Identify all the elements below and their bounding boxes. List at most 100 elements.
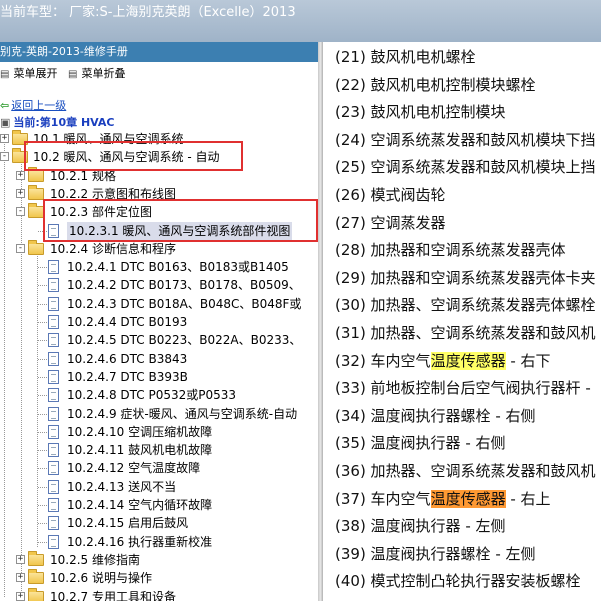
- document-icon: [48, 479, 59, 494]
- annotation-box: [24, 141, 243, 172]
- tree-guide-line: [38, 486, 47, 488]
- tree-item-label: 10.2.4.11 鼓风机电机故障: [67, 443, 213, 458]
- part-label-suffix: - 右下: [505, 351, 551, 370]
- tree-item-label: 10.2.4.3 DTC B018A、B048C、B048F或: [67, 296, 302, 311]
- tree-item-label: 10.2.4.4 DTC B0193: [67, 315, 188, 329]
- document-icon: [48, 424, 59, 439]
- document-icon: [48, 461, 59, 476]
- collapse-menu-button[interactable]: ▤ 菜单折叠: [68, 64, 125, 85]
- tree-guide-line: [38, 413, 47, 415]
- tree-guide-line: [38, 303, 47, 305]
- tree-guide-line: [38, 395, 47, 397]
- tree-item-label: 10.2.4.13 送风不当: [67, 479, 177, 494]
- part-label: (35) 温度阀执行器 - 右侧: [335, 434, 506, 453]
- part-list-item: (35) 温度阀执行器 - 右侧: [335, 431, 506, 455]
- folder-icon: [28, 166, 44, 182]
- tree-guide-line: [38, 340, 47, 342]
- tree-expander-icon[interactable]: -: [16, 207, 25, 217]
- tree-guide-line: [21, 162, 22, 601]
- part-list-item: (21) 鼓风机电机螺栓: [335, 45, 476, 69]
- part-label: (24) 空调系统蒸发器和鼓风机模块下挡: [335, 130, 596, 149]
- tree-guide-line: [38, 322, 47, 323]
- part-label: (40) 模式控制凸轮执行器安装板螺栓: [335, 572, 581, 591]
- part-label: (39) 温度阀执行器螺栓 - 左侧: [335, 544, 536, 563]
- tree-expander-icon[interactable]: -: [0, 152, 9, 162]
- left-navigation-pane: 别克-英朗-2013-维修手册 ▤ 菜单展开 ▤ 菜单折叠 ⇦ 返回上一级 ▣ 当前:第…: [0, 42, 318, 601]
- tree-item-label: 10.2.4.7 DTC B393B: [67, 369, 188, 384]
- tree-item-label: 10.2.7 专用工具和设备: [50, 589, 176, 601]
- search-highlight: 温度传感器: [430, 489, 506, 508]
- tree-expander-icon[interactable]: -: [16, 243, 25, 253]
- document-icon: [48, 534, 59, 549]
- part-list-item: (25) 空调系统蒸发器和鼓风机模块上挡: [335, 155, 596, 179]
- folder-icon: [28, 239, 44, 255]
- part-list-item: (22) 鼓风机电机控制模块螺栓: [335, 73, 536, 97]
- window-title: 当前车型： 厂家:S-上海别克英朗（Excelle）2013: [0, 5, 296, 20]
- tree-guide-line: [38, 285, 47, 287]
- tree-item-label: 10.2.4 诊断信息和程序: [50, 241, 176, 256]
- part-list-item: (34) 温度阀执行器螺栓 - 右侧: [335, 404, 536, 428]
- tree-guide-line: [38, 523, 47, 525]
- tree-guide-line: [38, 505, 47, 506]
- tree-expander-icon[interactable]: +: [16, 188, 25, 198]
- part-label: (33) 前地板控制台后空气阀执行器杆 -: [335, 379, 591, 398]
- document-icon: [48, 296, 59, 311]
- folder-icon: [28, 184, 44, 200]
- document-icon: [48, 333, 59, 348]
- tree-expander-icon[interactable]: +: [16, 591, 25, 601]
- tree-item-label: 10.2.4.6 DTC B3843: [67, 351, 188, 366]
- part-label: (34) 温度阀执行器螺栓 - 右侧: [335, 406, 536, 425]
- tree-item-label: 10.2.4.5 DTC B0223、B022A、B0233、: [67, 333, 302, 348]
- tree-expander-icon[interactable]: +: [0, 134, 9, 143]
- part-label: (37) 车内空气: [335, 489, 431, 508]
- part-label: (28) 加热器和空调系统蒸发器壳体: [335, 241, 566, 260]
- book-icon: ▣: [0, 116, 11, 129]
- part-list-item: (29) 加热器和空调系统蒸发器壳体卡夹: [335, 266, 596, 290]
- document-icon: [48, 369, 59, 384]
- tree-item-label: 10.2.4.10 空调压缩机故障: [67, 424, 213, 439]
- tree-guide-line: [38, 358, 47, 360]
- tree-item-label: 10.2.5 维修指南: [50, 552, 140, 567]
- tree-expander-icon[interactable]: +: [16, 573, 25, 583]
- tree-item-label: 10.2.4.12 空气温度故障: [67, 461, 201, 476]
- folder-icon: [28, 569, 44, 585]
- part-label: (25) 空调系统蒸发器和鼓风机模块上挡: [335, 158, 596, 177]
- folder-icon: [28, 587, 44, 601]
- tree-guide-line: [38, 468, 47, 470]
- collapse-icon: ▤: [68, 69, 78, 80]
- part-label: (29) 加热器和空调系统蒸发器壳体卡夹: [335, 268, 596, 287]
- expand-menu-button[interactable]: ▤ 菜单展开: [0, 64, 57, 85]
- part-list-item: (37) 车内空气温度传感器 - 右上: [335, 487, 551, 511]
- tree-item-label: 10.2.4.8 DTC P0532或P0533: [67, 388, 237, 403]
- folder-icon: [28, 550, 44, 566]
- part-label: (23) 鼓风机电机控制模块: [335, 103, 506, 122]
- document-icon: [48, 388, 59, 403]
- document-icon: [48, 406, 59, 421]
- tree-expander-icon[interactable]: +: [16, 170, 25, 180]
- tree-expander-icon[interactable]: +: [16, 554, 25, 564]
- tree-guide-line: [38, 541, 47, 543]
- expand-icon: ▤: [0, 69, 10, 80]
- part-label-suffix: - 右上: [505, 489, 551, 508]
- tree-guide-line: [37, 253, 38, 547]
- part-list-item: (23) 鼓风机电机控制模块: [335, 100, 506, 124]
- tree-item-label: 10.2.6 说明与操作: [50, 571, 152, 586]
- tree-item-label: 10.2.4.15 启用后鼓风: [67, 516, 189, 531]
- document-icon: [48, 260, 59, 275]
- part-list-item: (26) 模式阀齿轮: [335, 183, 446, 207]
- tree-item-label: 10.2.4.2 DTC B0173、B0178、B0509、: [67, 278, 301, 293]
- tree-guide-line: [38, 431, 47, 433]
- annotation-box: [43, 199, 318, 243]
- part-label: (31) 加热器、空调系统蒸发器和鼓风机: [335, 324, 596, 342]
- part-label: (26) 模式阀齿轮: [335, 186, 446, 204]
- tree-item-label: 10.2.4.1 DTC B0163、B0183或B1405: [67, 260, 289, 275]
- current-chapter: ▣ 当前:第10章 HVAC: [0, 116, 115, 129]
- part-list-item: (38) 温度阀执行器 - 左侧: [335, 514, 506, 538]
- back-link[interactable]: ⇦ 返回上一级: [0, 98, 66, 114]
- part-list-item: (32) 车内空气温度传感器 - 右下: [335, 349, 551, 373]
- part-label: (30) 加热器、空调系统蒸发器壳体螺栓: [335, 296, 596, 315]
- folder-icon: [28, 203, 44, 219]
- tree-toolbar: ▤ 菜单展开 ▤ 菜单折叠: [0, 64, 318, 84]
- back-arrow-icon: ⇦: [0, 99, 10, 112]
- part-list-item: (36) 加热器、空调系统蒸发器和鼓风机: [335, 459, 596, 483]
